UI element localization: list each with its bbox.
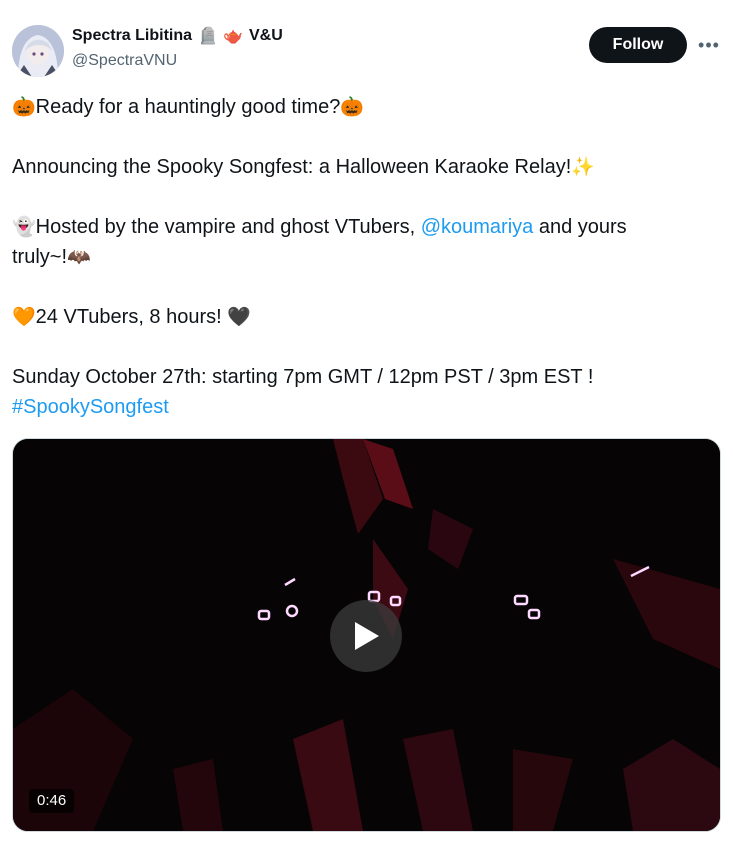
play-button[interactable] (330, 600, 402, 672)
more-horizontal-icon[interactable]: ••• (696, 30, 722, 60)
name-suffix: V&U (248, 27, 283, 44)
tweet-line-text: Ready for a hauntingly good time? (35, 96, 341, 118)
tweet-line-text: Hosted by the vampire and ghost VTubers, (35, 216, 421, 238)
sparkles-icon: ✨ (571, 156, 595, 178)
video-player[interactable]: 0:46 (12, 438, 721, 832)
tweet-line: truly~!🦇 (12, 242, 712, 272)
tweet-line-text: 24 VTubers, 8 hours! (35, 306, 228, 328)
hashtag-link[interactable]: #SpookySongfest (12, 396, 169, 418)
pumpkin-icon: 🎃 (340, 96, 364, 118)
name-emojis: 🪦 🫖 (198, 26, 243, 45)
tweet-text: 🎃Ready for a hauntingly good time?🎃 Anno… (12, 92, 712, 422)
bat-icon: 🦇 (67, 246, 91, 268)
display-name[interactable]: Spectra Libitina (72, 27, 192, 45)
orange-heart-icon: 🧡 (12, 306, 36, 328)
tweet-line-text: and yours (533, 216, 627, 238)
video-duration: 0:46 (29, 789, 75, 813)
avatar[interactable] (12, 25, 64, 77)
play-icon (355, 622, 379, 650)
author-handle[interactable]: @SpectraVNU (72, 52, 177, 70)
tweet-line: Sunday October 27th: starting 7pm GMT / … (12, 362, 712, 392)
tweet-line: Announcing the Spooky Songfest: a Hallow… (12, 152, 712, 182)
follow-button[interactable]: Follow (589, 27, 687, 63)
tweet-line: 🧡24 VTubers, 8 hours! 🖤 (12, 302, 712, 332)
pumpkin-icon: 🎃 (12, 96, 36, 118)
tweet-line-text: Announcing the Spooky Songfest: a Hallow… (12, 156, 572, 178)
ghost-icon: 👻 (12, 216, 36, 238)
tweet-line-text: Sunday October 27th: starting 7pm GMT / … (12, 366, 594, 388)
author-name-row[interactable]: Spectra Libitina 🪦 🫖 V&U (72, 27, 283, 45)
tweet-line: 🎃Ready for a hauntingly good time?🎃 (12, 92, 712, 122)
tweet-line-text: truly~! (12, 246, 68, 268)
black-heart-icon: 🖤 (227, 306, 251, 328)
mention-link[interactable]: @koumariya (421, 216, 534, 238)
tweet-line: 👻Hosted by the vampire and ghost VTubers… (12, 212, 712, 242)
tweet-line: #SpookySongfest (12, 392, 712, 422)
